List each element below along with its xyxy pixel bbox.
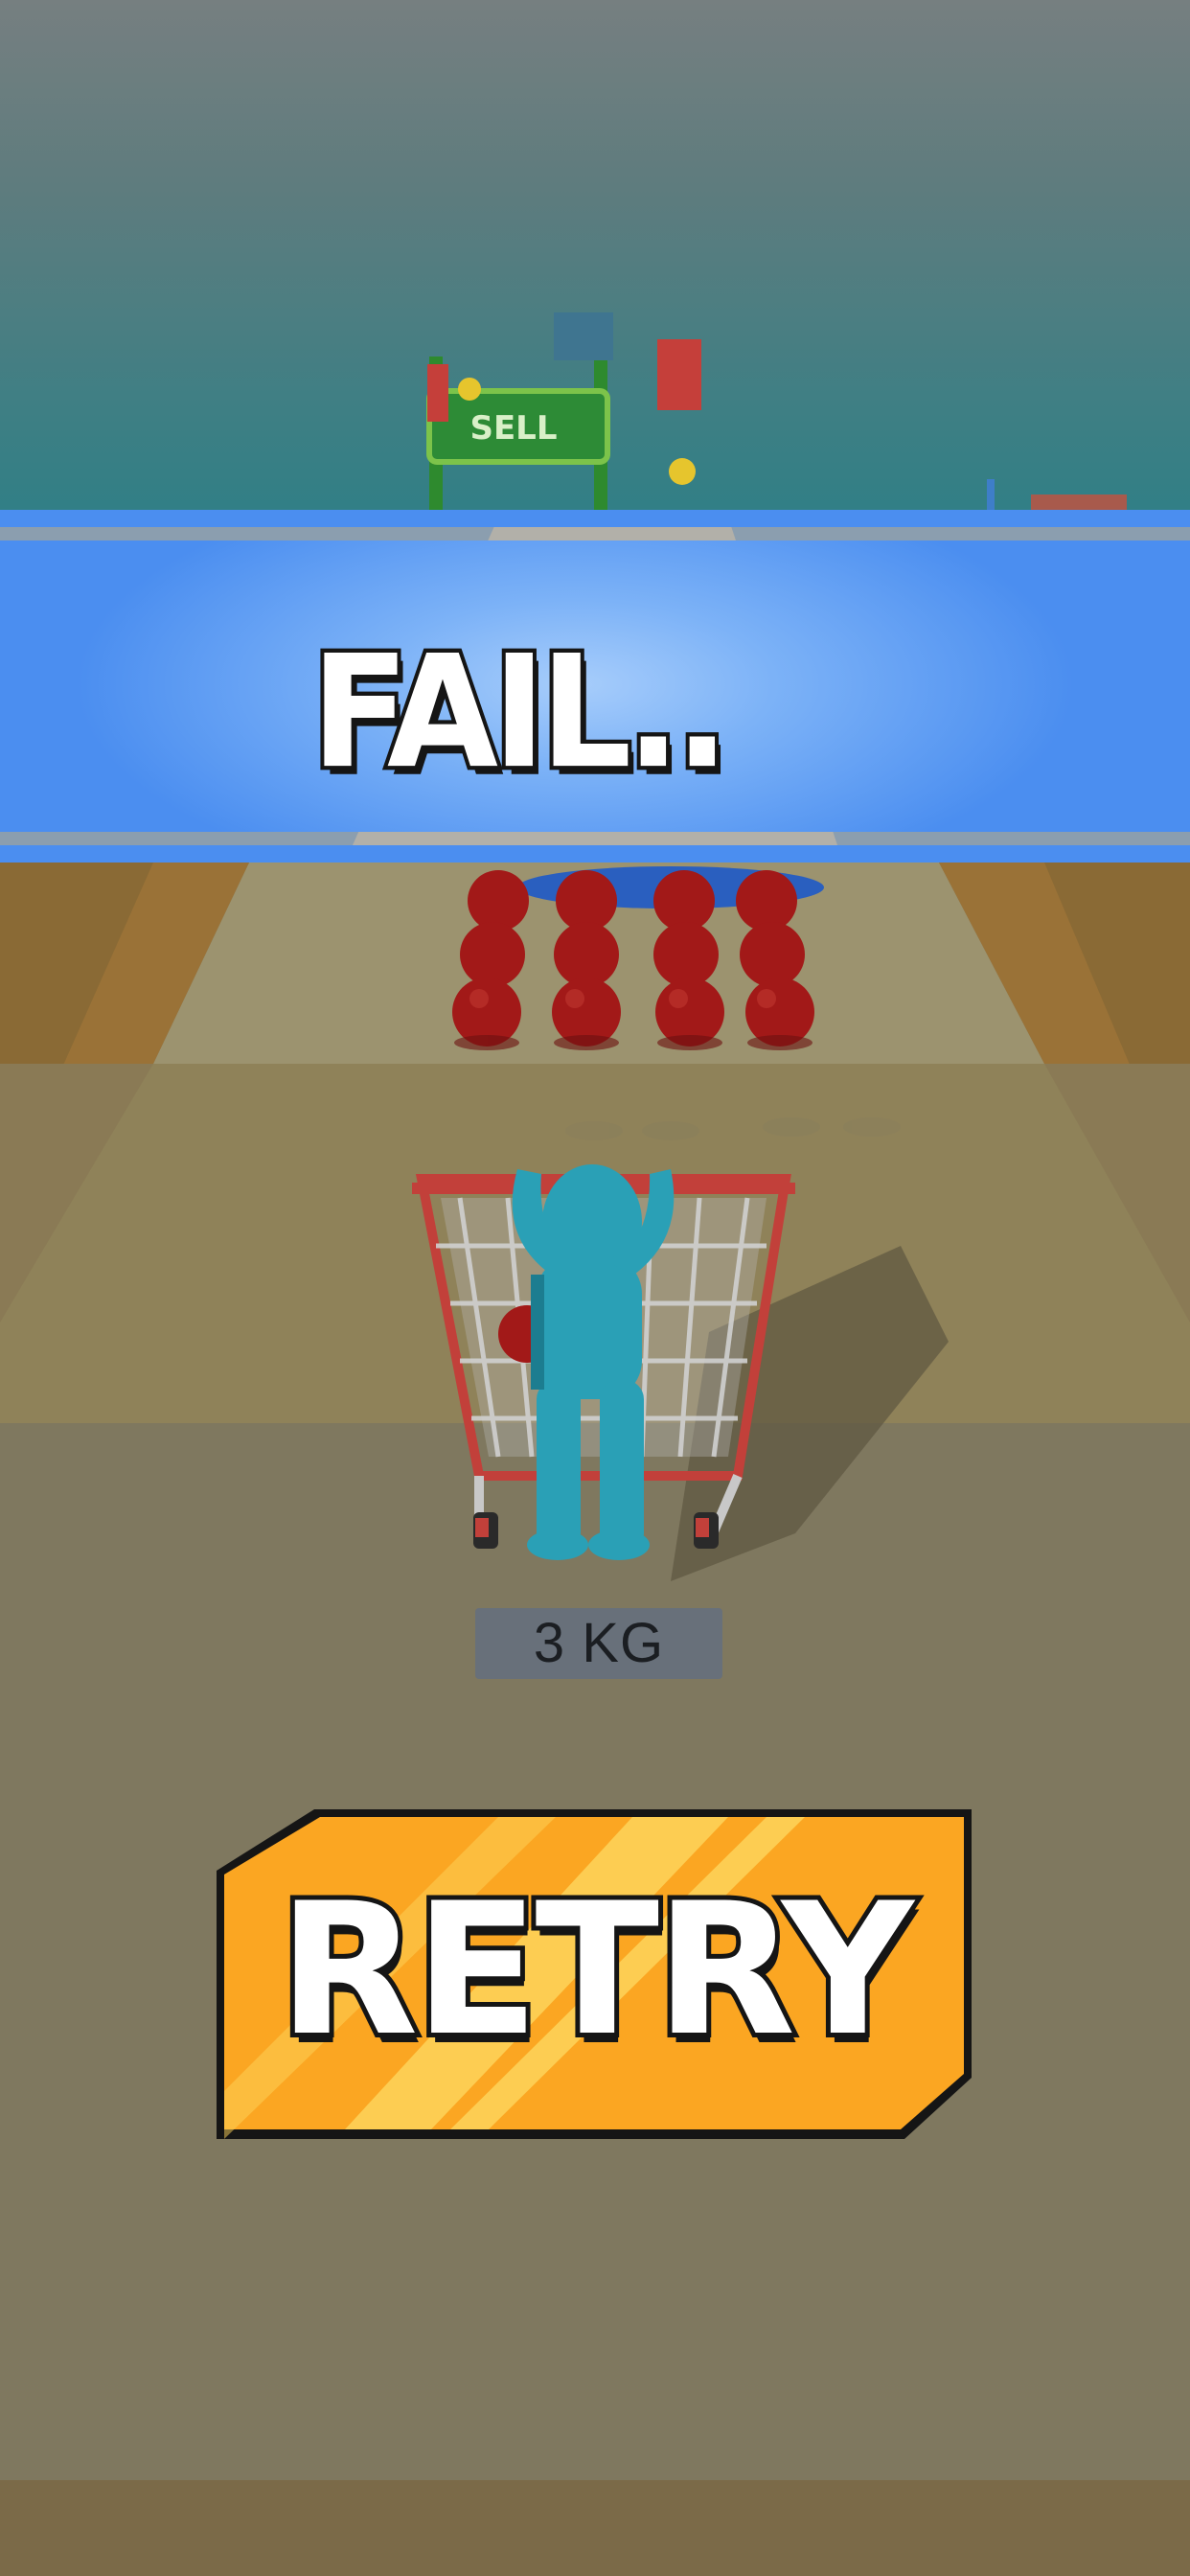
banner-stripe-gap <box>0 832 1190 845</box>
distant-gate <box>657 339 701 410</box>
banner-stripe <box>0 510 1190 527</box>
game-scene: SELL <box>0 0 1190 2576</box>
distant-item <box>669 458 696 485</box>
fail-banner: FAIL.. <box>0 510 1190 874</box>
sell-sign-text: SELL <box>469 409 557 448</box>
banner-panel: FAIL.. <box>0 540 1190 832</box>
retry-label: RETRY <box>273 1860 918 2081</box>
bottom-ground-strip <box>0 2480 1190 2576</box>
retry-button[interactable]: RETRY <box>211 1804 977 2143</box>
distant-item <box>458 378 481 401</box>
cart-weight-label: 3 KG <box>475 1608 722 1679</box>
fail-title: FAIL.. <box>308 623 734 803</box>
banner-stripe-gap <box>0 527 1190 540</box>
banner-stripe <box>0 845 1190 862</box>
track-scene: SELL <box>0 312 1190 2576</box>
distant-building <box>554 312 613 360</box>
